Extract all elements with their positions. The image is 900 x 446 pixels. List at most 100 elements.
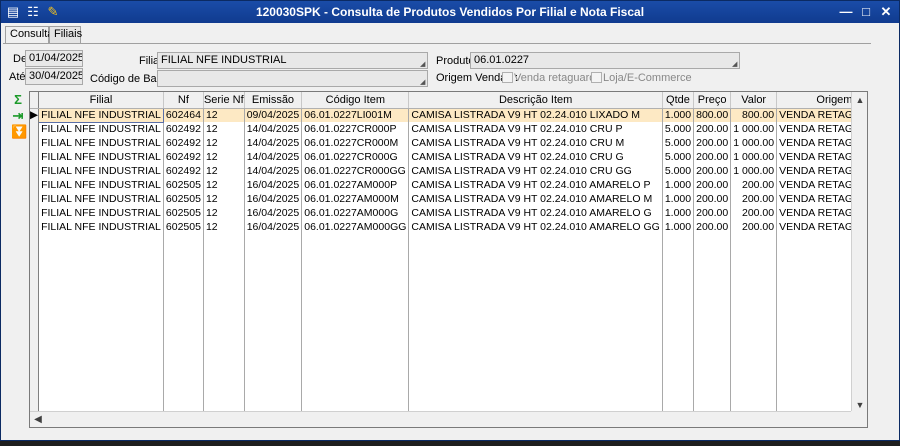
cell-codigo-item[interactable]: 06.01.0227CR000P: [301, 122, 410, 136]
table-row[interactable]: FILIAL NFE INDUSTRIAL 602505 12 16/04/2025 0…: [30, 206, 867, 220]
cell-valor[interactable]: 200.00: [730, 220, 778, 234]
cell-qtde[interactable]: 5.000: [662, 122, 695, 136]
cell-preco[interactable]: 200.00: [693, 136, 732, 150]
table-row[interactable]: FILIAL NFE INDUSTRIAL 602492 12 14/04/2025 0…: [30, 164, 867, 178]
cell-preco[interactable]: 200.00: [693, 150, 732, 164]
cell-valor[interactable]: 1 000.00: [730, 150, 778, 164]
cell-serie-nf[interactable]: 12: [203, 206, 245, 220]
table-row[interactable]: FILIAL NFE INDUSTRIAL 602505 12 16/04/2025 0…: [30, 220, 867, 234]
cell-serie-nf[interactable]: 12: [203, 220, 245, 234]
row-indicator[interactable]: [30, 150, 40, 164]
cell-codigo-item[interactable]: 06.01.0227AM000G: [301, 206, 410, 220]
cell-filial[interactable]: FILIAL NFE INDUSTRIAL: [38, 122, 164, 136]
cell-preco[interactable]: 200.00: [693, 192, 732, 206]
cell-qtde[interactable]: 1.000: [662, 220, 695, 234]
cell-nf[interactable]: 602505: [163, 192, 204, 206]
row-indicator[interactable]: [30, 122, 40, 136]
col-header-qtde[interactable]: Qtde: [662, 92, 695, 109]
cell-codigo-item[interactable]: 06.01.0227AM000M: [301, 192, 410, 206]
produto-field[interactable]: 06.01.0227 ◢: [470, 52, 740, 69]
cell-valor[interactable]: 1 000.00: [730, 164, 778, 178]
cell-valor[interactable]: 800.00: [730, 108, 778, 122]
cell-nf[interactable]: 602505: [163, 206, 204, 220]
scroll-up-icon[interactable]: ▲: [852, 92, 867, 108]
cell-codigo-item[interactable]: 06.01.0227CR000M: [301, 136, 410, 150]
cell-filial[interactable]: FILIAL NFE INDUSTRIAL: [38, 220, 164, 234]
title-bar[interactable]: ▤ ☷ ✎ 120030SPK - Consulta de Produtos V…: [1, 1, 899, 23]
cell-valor[interactable]: 200.00: [730, 178, 778, 192]
cell-codigo-item[interactable]: 06.01.0227AM000P: [301, 178, 410, 192]
cell-descricao-item[interactable]: CAMISA LISTRADA V9 HT 02.24.010 AMARELO …: [408, 220, 663, 234]
cell-descricao-item[interactable]: CAMISA LISTRADA V9 HT 02.24.010 CRU M: [408, 136, 663, 150]
de-date-field[interactable]: 01/04/2025: [25, 50, 83, 67]
table-row[interactable]: FILIAL NFE INDUSTRIAL 602492 12 14/04/2025 0…: [30, 150, 867, 164]
cell-emissao[interactable]: 14/04/2025: [244, 122, 303, 136]
export-icon[interactable]: ⇥: [11, 109, 25, 123]
restore-button[interactable]: □: [857, 4, 875, 20]
cell-descricao-item[interactable]: CAMISA LISTRADA V9 HT 02.24.010 CRU P: [408, 122, 663, 136]
cell-serie-nf[interactable]: 12: [203, 136, 245, 150]
cell-valor[interactable]: 200.00: [730, 206, 778, 220]
cell-valor[interactable]: 1 000.00: [730, 136, 778, 150]
cell-codigo-item[interactable]: 06.01.0227CR000G: [301, 150, 410, 164]
cell-qtde[interactable]: 5.000: [662, 136, 695, 150]
col-header-filial[interactable]: Filial: [38, 92, 164, 109]
cell-codigo-item[interactable]: 06.01.0227LI001M: [301, 108, 410, 122]
cell-serie-nf[interactable]: 12: [203, 164, 245, 178]
scroll-left-icon[interactable]: ◀: [30, 412, 46, 427]
row-indicator[interactable]: ▶: [30, 108, 40, 122]
cell-emissao[interactable]: 09/04/2025: [244, 108, 303, 122]
cell-qtde[interactable]: 1.000: [662, 192, 695, 206]
sum-icon[interactable]: Σ: [11, 93, 25, 107]
col-header-descricao-item[interactable]: Descrição Item: [408, 92, 663, 109]
cell-nf[interactable]: 602492: [163, 122, 204, 136]
cell-preco[interactable]: 200.00: [693, 164, 732, 178]
col-header-codigo-item[interactable]: Código Item: [301, 92, 410, 109]
cell-nf[interactable]: 602492: [163, 150, 204, 164]
col-header-preco[interactable]: Preço: [693, 92, 732, 109]
table-row[interactable]: ▶ FILIAL NFE INDUSTRIAL 602464 12 09/04/2025…: [30, 107, 867, 123]
results-grid[interactable]: Filial Nf Serie Nf Emissão Código Item D…: [29, 91, 868, 428]
row-indicator[interactable]: [30, 192, 40, 206]
codigo-barras-field[interactable]: ◢: [157, 70, 428, 87]
cell-nf[interactable]: 602505: [163, 220, 204, 234]
cell-codigo-item[interactable]: 06.01.0227AM000GG: [301, 220, 410, 234]
vertical-scrollbar[interactable]: ▲ ▼: [851, 92, 867, 413]
cell-descricao-item[interactable]: CAMISA LISTRADA V9 HT 02.24.010 CRU GG: [408, 164, 663, 178]
horizontal-scrollbar[interactable]: ◀: [30, 411, 852, 427]
row-indicator[interactable]: [30, 206, 40, 220]
cell-codigo-item[interactable]: 06.01.0227CR000GG: [301, 164, 410, 178]
cell-serie-nf[interactable]: 12: [203, 122, 245, 136]
cell-filial[interactable]: FILIAL NFE INDUSTRIAL: [38, 206, 164, 220]
cell-preco[interactable]: 200.00: [693, 206, 732, 220]
download-icon[interactable]: ⏬: [11, 125, 27, 139]
cell-qtde[interactable]: 1.000: [662, 178, 695, 192]
cell-descricao-item[interactable]: CAMISA LISTRADA V9 HT 02.24.010 AMARELO …: [408, 206, 663, 220]
cell-preco[interactable]: 800.00: [693, 108, 732, 122]
cell-filial[interactable]: FILIAL NFE INDUSTRIAL: [38, 178, 164, 192]
cell-filial[interactable]: FILIAL NFE INDUSTRIAL: [38, 107, 164, 123]
filial-field[interactable]: FILIAL NFE INDUSTRIAL ◢: [157, 52, 428, 69]
cell-emissao[interactable]: 14/04/2025: [244, 136, 303, 150]
table-row[interactable]: FILIAL NFE INDUSTRIAL 602492 12 14/04/2025 0…: [30, 136, 867, 150]
cell-descricao-item[interactable]: CAMISA LISTRADA V9 HT 02.24.010 AMARELO …: [408, 192, 663, 206]
cell-preco[interactable]: 200.00: [693, 122, 732, 136]
row-indicator[interactable]: [30, 136, 40, 150]
row-indicator[interactable]: [30, 164, 40, 178]
cell-valor[interactable]: 1 000.00: [730, 122, 778, 136]
cell-qtde[interactable]: 5.000: [662, 164, 695, 178]
cell-preco[interactable]: 200.00: [693, 220, 732, 234]
tab-consulta[interactable]: Consulta: [5, 26, 53, 44]
cell-valor[interactable]: 200.00: [730, 192, 778, 206]
venda-retaguarda-label[interactable]: Venda retaguarda: [514, 72, 601, 84]
cell-descricao-item[interactable]: CAMISA LISTRADA V9 HT 02.24.010 AMARELO …: [408, 178, 663, 192]
loja-ecommerce-checkbox[interactable]: [591, 72, 602, 83]
cell-emissao[interactable]: 16/04/2025: [244, 206, 303, 220]
cell-nf[interactable]: 602492: [163, 164, 204, 178]
cell-emissao[interactable]: 16/04/2025: [244, 192, 303, 206]
table-row[interactable]: FILIAL NFE INDUSTRIAL 602505 12 16/04/2025 0…: [30, 178, 867, 192]
cell-serie-nf[interactable]: 12: [203, 178, 245, 192]
cell-emissao[interactable]: 16/04/2025: [244, 220, 303, 234]
table-row[interactable]: FILIAL NFE INDUSTRIAL 602505 12 16/04/2025 0…: [30, 192, 867, 206]
col-header-nf[interactable]: Nf: [163, 92, 204, 109]
